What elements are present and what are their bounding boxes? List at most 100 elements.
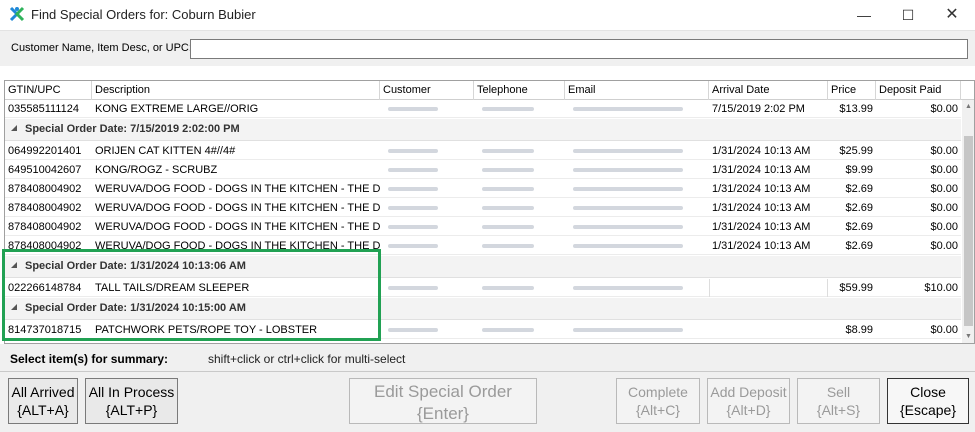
cell-description: TALL TAILS/DREAM SLEEPER — [95, 282, 250, 294]
cell-customer-redacted — [380, 161, 474, 179]
group-label: Special Order Date: 1/31/2024 10:13:06 A… — [25, 260, 246, 272]
all-in-process-shortcut: {ALT+P} — [105, 402, 158, 418]
table-row[interactable]: 649510042607 KONG/ROGZ - SCRUBZ 1/31/202… — [5, 161, 961, 179]
button-bar: All Arrived {ALT+A} All In Process {ALT+… — [0, 372, 975, 432]
cell-description: WERUVA/DOG FOOD - DOGS IN THE KITCHEN - … — [95, 221, 380, 233]
maximize-button[interactable]: ☐ — [886, 0, 930, 30]
cell-arrival-date: 1/31/2024 10:13 AM — [712, 240, 811, 252]
table-row[interactable]: 878408004902 WERUVA/DOG FOOD - DOGS IN T… — [5, 180, 961, 198]
summary-label: Select item(s) for summary: — [10, 352, 169, 366]
cell-telephone-redacted — [474, 321, 565, 339]
complete-button[interactable]: Complete {Alt+C} — [616, 378, 700, 424]
cell-price: $25.99 — [839, 145, 873, 157]
vertical-scrollbar[interactable]: ▲ ▼ — [962, 100, 974, 343]
table-row[interactable]: 064992201401 ORIJEN CAT KITTEN 4#//4# 1/… — [5, 142, 961, 160]
cell-email-redacted — [565, 180, 709, 198]
cell-telephone-redacted — [474, 161, 565, 179]
edit-special-order-label: Edit Special Order — [374, 382, 512, 401]
all-in-process-button[interactable]: All In Process {ALT+P} — [85, 378, 178, 424]
edit-special-order-button[interactable]: Edit Special Order {Enter} — [349, 378, 537, 424]
cell-price: $2.69 — [845, 221, 873, 233]
table-row[interactable]: 035585111124 KONG EXTREME LARGE//ORIG 7/… — [5, 100, 961, 118]
cell-arrival-date — [709, 321, 828, 339]
cell-telephone-redacted — [474, 279, 565, 297]
column-header-price[interactable]: Price — [828, 81, 876, 100]
cell-deposit: $0.00 — [930, 145, 958, 157]
table-row[interactable]: 814737018715 PATCHWORK PETS/ROPE TOY - L… — [5, 321, 961, 339]
close-label: Close — [910, 384, 946, 400]
all-in-process-label: All In Process — [88, 384, 175, 400]
column-header-email[interactable]: Email — [565, 81, 709, 100]
complete-shortcut: {Alt+C} — [636, 402, 680, 418]
table-row[interactable]: 878408004902 WERUVA/DOG FOOD - DOGS IN T… — [5, 199, 961, 217]
column-header-description[interactable]: Description — [92, 81, 380, 100]
collapse-arrow-icon[interactable] — [11, 125, 17, 131]
close-button[interactable]: Close {Escape} — [887, 378, 969, 424]
scroll-up-icon[interactable]: ▲ — [964, 102, 973, 112]
cell-deposit: $0.00 — [930, 103, 958, 115]
complete-label: Complete — [628, 384, 688, 400]
cell-customer-redacted — [380, 279, 474, 297]
cell-upc: 022266148784 — [8, 282, 82, 294]
column-header-telephone[interactable]: Telephone — [474, 81, 565, 100]
group-label: Special Order Date: 1/31/2024 10:15:00 A… — [25, 302, 246, 314]
group-header[interactable]: Special Order Date: 7/15/2019 2:02:00 PM — [5, 119, 961, 141]
cell-telephone-redacted — [474, 100, 565, 118]
add-deposit-label: Add Deposit — [710, 384, 787, 400]
group-header[interactable]: Special Order Date: 1/31/2024 10:13:06 A… — [5, 256, 961, 278]
cell-description: KONG/ROGZ - SCRUBZ — [95, 164, 218, 176]
group-label: Special Order Date: 7/15/2019 2:02:00 PM — [25, 123, 240, 135]
table-row[interactable]: 878408004902 WERUVA/DOG FOOD - DOGS IN T… — [5, 237, 961, 255]
collapse-arrow-icon[interactable] — [11, 262, 17, 268]
cell-email-redacted — [565, 321, 709, 339]
cell-deposit: $0.00 — [930, 324, 958, 336]
collapse-arrow-icon[interactable] — [11, 304, 17, 310]
cell-upc: 878408004902 — [8, 202, 82, 214]
cell-telephone-redacted — [474, 142, 565, 160]
cell-email-redacted — [565, 199, 709, 217]
table-row[interactable]: 022266148784 TALL TAILS/DREAM SLEEPER $5… — [5, 279, 961, 297]
summary-bar: Select item(s) for summary: shift+click … — [0, 344, 975, 372]
close-window-button[interactable]: ✕ — [930, 0, 974, 30]
cell-arrival-date: 7/15/2019 2:02 PM — [712, 103, 805, 115]
all-arrived-label: All Arrived — [11, 384, 75, 400]
column-header-gtin[interactable]: GTIN/UPC — [5, 81, 92, 100]
cell-price: $2.69 — [845, 202, 873, 214]
cell-upc: 064992201401 — [8, 145, 82, 157]
cell-customer-redacted — [380, 218, 474, 236]
table-row[interactable]: 878408004902 WERUVA/DOG FOOD - DOGS IN T… — [5, 218, 961, 236]
scrollbar-thumb[interactable] — [964, 136, 973, 326]
cell-arrival-date: 1/31/2024 10:13 AM — [712, 183, 811, 195]
cell-upc: 035585111124 — [8, 103, 79, 115]
multi-select-hint: shift+click or ctrl+click for multi-sele… — [208, 352, 406, 366]
all-arrived-button[interactable]: All Arrived {ALT+A} — [8, 378, 78, 424]
column-header-arrival-date[interactable]: Arrival Date — [709, 81, 828, 100]
cell-arrival-date: 1/31/2024 10:13 AM — [712, 164, 811, 176]
group-header[interactable]: Special Order Date: 1/31/2024 10:15:00 A… — [5, 298, 961, 320]
search-input[interactable] — [190, 39, 968, 59]
cell-description: WERUVA/DOG FOOD - DOGS IN THE KITCHEN - … — [95, 183, 380, 195]
cell-deposit: $0.00 — [930, 202, 958, 214]
title-bar: Find Special Orders for: Coburn Bubier —… — [0, 0, 975, 30]
app-logo-icon — [9, 6, 25, 22]
cell-customer-redacted — [380, 321, 474, 339]
add-deposit-button[interactable]: Add Deposit {Alt+D} — [707, 378, 790, 424]
minimize-button[interactable]: — — [842, 0, 886, 30]
cell-arrival-date: 1/31/2024 10:13 AM — [712, 202, 811, 214]
cell-price: $13.99 — [839, 103, 873, 115]
scroll-down-icon[interactable]: ▼ — [964, 332, 973, 342]
orders-grid[interactable]: GTIN/UPC Description Customer Telephone … — [4, 80, 975, 344]
cell-email-redacted — [565, 279, 709, 297]
search-label: Customer Name, Item Desc, or UPC: — [11, 42, 192, 54]
edit-special-order-shortcut: {Enter} — [417, 404, 469, 423]
column-header-deposit-paid[interactable]: Deposit Paid — [876, 81, 961, 100]
cell-email-redacted — [565, 161, 709, 179]
window-title: Find Special Orders for: Coburn Bubier — [31, 7, 256, 22]
cell-customer-redacted — [380, 100, 474, 118]
add-deposit-shortcut: {Alt+D} — [726, 402, 771, 418]
sell-button[interactable]: Sell {Alt+S} — [797, 378, 880, 424]
cell-upc: 878408004902 — [8, 240, 82, 252]
cell-price: $9.99 — [845, 164, 873, 176]
all-arrived-shortcut: {ALT+A} — [17, 402, 69, 418]
column-header-customer[interactable]: Customer — [380, 81, 474, 100]
